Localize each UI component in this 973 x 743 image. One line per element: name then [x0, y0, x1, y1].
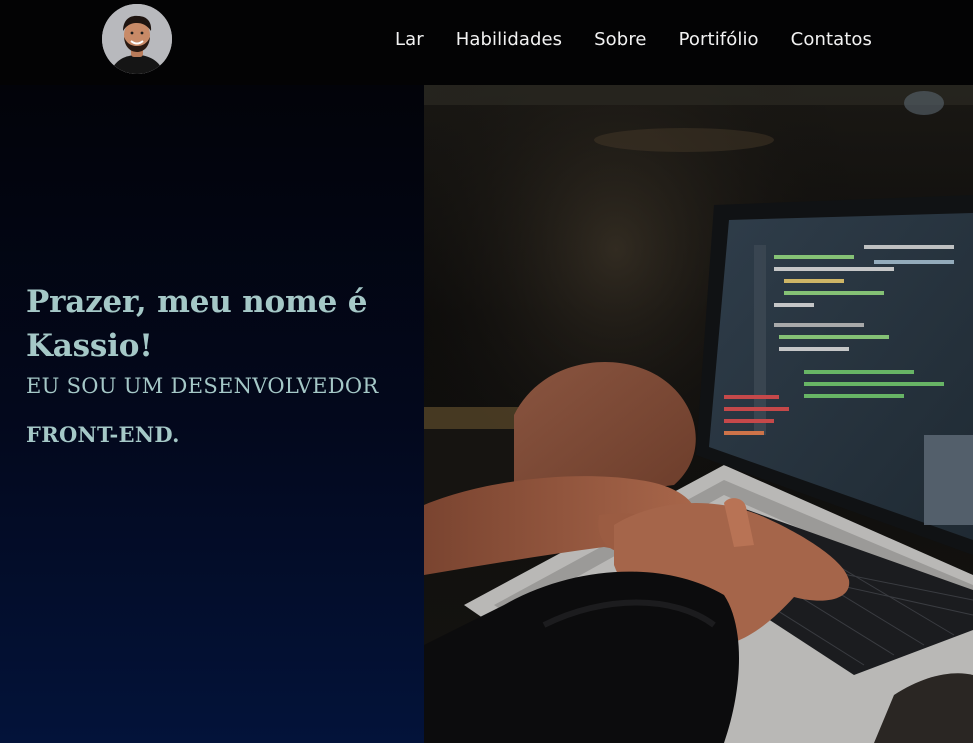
nav-link-sobre[interactable]: Sobre — [594, 29, 646, 50]
main-nav: Lar Habilidades Sobre Portifólio Contato… — [395, 29, 872, 50]
nav-link-contatos[interactable]: Contatos — [791, 29, 872, 50]
hero-subtitle: EU SOU UM DESENVOLVEDOR — [26, 374, 379, 398]
laptop-coding-photo-icon — [424, 85, 973, 743]
nav-link-lar[interactable]: Lar — [395, 29, 424, 50]
nav-link-habilidades[interactable]: Habilidades — [456, 29, 562, 50]
hero-title: Prazer, meu nome é Kassio! — [26, 284, 368, 364]
page: Lar Habilidades Sobre Portifólio Contato… — [0, 0, 973, 743]
hero-text-panel — [0, 85, 424, 743]
avatar-photo-icon — [102, 4, 172, 74]
avatar[interactable] — [102, 4, 172, 74]
nav-link-portifolio[interactable]: Portifólio — [679, 29, 759, 50]
site-header: Lar Habilidades Sobre Portifólio Contato… — [0, 0, 973, 85]
hero-role: FRONT-END. — [26, 422, 180, 447]
hero-image — [424, 85, 973, 743]
